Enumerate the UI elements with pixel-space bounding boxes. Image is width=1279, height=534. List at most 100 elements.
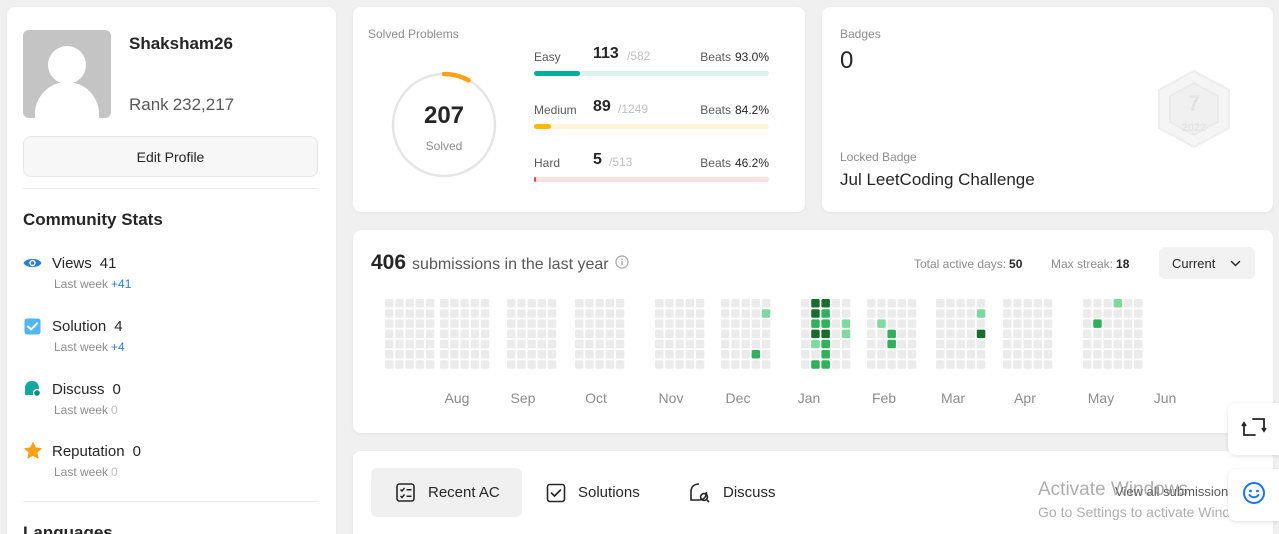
heatmap-cell[interactable] xyxy=(761,309,771,318)
heatmap-cell[interactable] xyxy=(821,309,830,318)
heatmap-cell[interactable] xyxy=(907,350,917,359)
heatmap-cell[interactable] xyxy=(936,309,945,318)
heatmap-cell[interactable] xyxy=(731,319,740,328)
heatmap-cell[interactable] xyxy=(517,339,526,349)
heatmap-cell[interactable] xyxy=(811,339,820,349)
heatmap-cell[interactable] xyxy=(1123,299,1133,308)
heatmap-cell[interactable] xyxy=(395,360,404,369)
heatmap-cell[interactable] xyxy=(1013,319,1022,328)
heatmap-cell[interactable] xyxy=(575,319,584,328)
heatmap-cell[interactable] xyxy=(1003,350,1012,359)
heatmap-cell[interactable] xyxy=(655,299,664,308)
heatmap-cell[interactable] xyxy=(425,360,435,369)
heatmap-cell[interactable] xyxy=(527,329,536,339)
heatmap-cell[interactable] xyxy=(936,350,945,359)
tab-discuss[interactable]: Discuss xyxy=(689,468,799,517)
heatmap-cell[interactable] xyxy=(480,299,490,308)
heatmap-cell[interactable] xyxy=(976,329,986,339)
heatmap-cell[interactable] xyxy=(615,309,625,318)
heatmap-cell[interactable] xyxy=(440,319,449,328)
heatmap-cell[interactable] xyxy=(385,309,394,318)
heatmap-cell[interactable] xyxy=(1043,299,1053,308)
heatmap-cell[interactable] xyxy=(741,350,750,359)
heatmap-cell[interactable] xyxy=(751,339,761,349)
heatmap-cell[interactable] xyxy=(1123,339,1133,349)
heatmap-cell[interactable] xyxy=(1023,299,1032,308)
heatmap-cell[interactable] xyxy=(1134,319,1143,328)
heatmap-cell[interactable] xyxy=(537,309,547,318)
heatmap-cell[interactable] xyxy=(415,319,425,328)
heatmap-cell[interactable] xyxy=(741,319,750,328)
heatmap-cell[interactable] xyxy=(897,309,907,318)
heatmap-cell[interactable] xyxy=(1003,319,1012,328)
heatmap-cell[interactable] xyxy=(1043,350,1053,359)
heatmap-cell[interactable] xyxy=(731,299,740,308)
heatmap-cell[interactable] xyxy=(537,339,547,349)
heatmap-cell[interactable] xyxy=(731,360,740,369)
heatmap-cell[interactable] xyxy=(1093,309,1102,318)
heatmap-cell[interactable] xyxy=(976,350,986,359)
heatmap-cell[interactable] xyxy=(731,309,740,318)
heatmap-cell[interactable] xyxy=(1103,319,1112,328)
heatmap-cell[interactable] xyxy=(517,309,526,318)
heatmap-cell[interactable] xyxy=(655,309,664,318)
heatmap-cell[interactable] xyxy=(761,299,771,308)
heatmap-cell[interactable] xyxy=(1093,360,1102,369)
heatmap-cell[interactable] xyxy=(385,329,394,339)
heatmap-cell[interactable] xyxy=(695,339,705,349)
heatmap-cell[interactable] xyxy=(1043,319,1053,328)
heatmap-cell[interactable] xyxy=(936,299,945,308)
heatmap-cell[interactable] xyxy=(1023,319,1032,328)
heatmap-cell[interactable] xyxy=(731,339,740,349)
heatmap-cell[interactable] xyxy=(887,309,896,318)
heatmap-cell[interactable] xyxy=(1093,350,1102,359)
heatmap-cell[interactable] xyxy=(966,360,976,369)
heatmap-cell[interactable] xyxy=(425,319,435,328)
heatmap-cell[interactable] xyxy=(811,309,820,318)
heatmap-cell[interactable] xyxy=(751,319,761,328)
heatmap-cell[interactable] xyxy=(507,329,516,339)
heatmap-cell[interactable] xyxy=(655,319,664,328)
heatmap-cell[interactable] xyxy=(585,360,594,369)
heatmap-cell[interactable] xyxy=(877,339,886,349)
heatmap-cell[interactable] xyxy=(821,350,830,359)
heatmap-cell[interactable] xyxy=(585,309,594,318)
heatmap-cell[interactable] xyxy=(665,350,674,359)
heatmap-cell[interactable] xyxy=(547,339,557,349)
heatmap-cell[interactable] xyxy=(605,309,615,318)
heatmap-cell[interactable] xyxy=(537,360,547,369)
heatmap-cell[interactable] xyxy=(1033,360,1043,369)
heatmap-cell[interactable] xyxy=(527,319,536,328)
heatmap-cell[interactable] xyxy=(575,309,584,318)
heatmap-cell[interactable] xyxy=(450,360,459,369)
heatmap-cell[interactable] xyxy=(685,319,695,328)
heatmap-cell[interactable] xyxy=(841,329,851,339)
heatmap-cell[interactable] xyxy=(395,329,404,339)
heatmap-cell[interactable] xyxy=(1123,319,1133,328)
edit-profile-button[interactable]: Edit Profile xyxy=(23,136,318,177)
heatmap-cell[interactable] xyxy=(897,329,907,339)
heatmap-cell[interactable] xyxy=(595,309,604,318)
heatmap-cell[interactable] xyxy=(1013,309,1022,318)
heatmap-cell[interactable] xyxy=(1003,360,1012,369)
heatmap-cell[interactable] xyxy=(665,360,674,369)
heatmap-cell[interactable] xyxy=(605,299,615,308)
heatmap-cell[interactable] xyxy=(615,350,625,359)
heatmap-cell[interactable] xyxy=(831,350,841,359)
heatmap-cell[interactable] xyxy=(460,319,469,328)
heatmap-cell[interactable] xyxy=(811,319,820,328)
heatmap-cell[interactable] xyxy=(537,350,547,359)
heatmap-cell[interactable] xyxy=(695,319,705,328)
heatmap-cell[interactable] xyxy=(415,360,425,369)
heatmap-cell[interactable] xyxy=(470,350,480,359)
heatmap-cell[interactable] xyxy=(946,350,955,359)
heatmap-cell[interactable] xyxy=(811,350,820,359)
heatmap-cell[interactable] xyxy=(731,329,740,339)
heatmap-cell[interactable] xyxy=(517,299,526,308)
heatmap-cell[interactable] xyxy=(1113,360,1123,369)
heatmap-cell[interactable] xyxy=(946,360,955,369)
heatmap-cell[interactable] xyxy=(655,339,664,349)
heatmap-cell[interactable] xyxy=(470,319,480,328)
heatmap-cell[interactable] xyxy=(1103,350,1112,359)
heatmap-cell[interactable] xyxy=(450,319,459,328)
